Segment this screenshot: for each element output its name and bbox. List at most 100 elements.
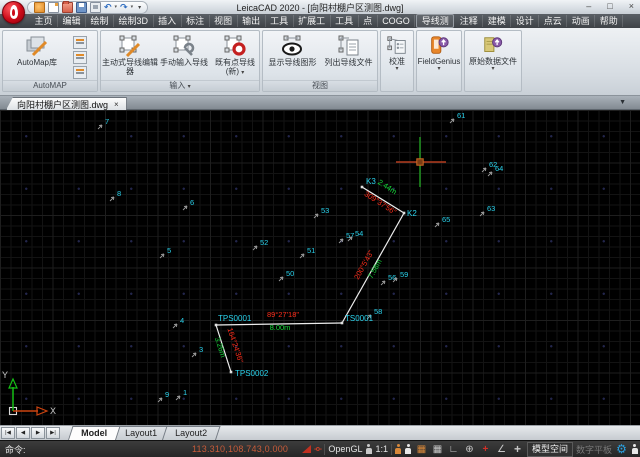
tab-nav-prev-button[interactable]: ◀ bbox=[16, 427, 30, 439]
point-marker-56[interactable] bbox=[381, 281, 385, 285]
ribbon-tab-4[interactable]: 绘制3D bbox=[114, 15, 154, 27]
point-marker-65[interactable] bbox=[435, 223, 439, 227]
slope-indicator-icon[interactable] bbox=[302, 445, 311, 453]
ribbon-tab-20[interactable]: 帮助 bbox=[595, 15, 623, 27]
existing-point-traverse-button[interactable]: 既有点导线 (新) ▾ bbox=[211, 34, 259, 76]
tab-nav-first-button[interactable]: |◀ bbox=[1, 427, 15, 439]
point-marker-61[interactable] bbox=[450, 119, 454, 123]
object-snap-icon[interactable]: + bbox=[479, 442, 492, 457]
distance-label-1: 2.44m bbox=[376, 177, 398, 196]
point-marker-8[interactable] bbox=[110, 197, 114, 201]
ribbon-tab-11[interactable]: 工具 bbox=[331, 15, 359, 27]
ribbon-tab-9[interactable]: 工具 bbox=[266, 15, 294, 27]
document-tab-close-icon[interactable]: × bbox=[114, 100, 119, 109]
input-group-label: 输入 ▾ bbox=[101, 80, 259, 91]
tab-nav-last-button[interactable]: ▶| bbox=[46, 427, 60, 439]
ribbon-tab-15[interactable]: 注释 bbox=[455, 15, 483, 27]
ribbon-tab-16[interactable]: 建模 bbox=[483, 15, 511, 27]
input-group-dropdown-icon[interactable]: ▾ bbox=[188, 84, 191, 90]
station-node-TPS0001[interactable] bbox=[215, 324, 218, 327]
ribbon-tab-19[interactable]: 动画 bbox=[567, 15, 595, 27]
point-marker-62[interactable] bbox=[482, 168, 486, 172]
ribbon-group-input: 主动式导线编辑器 手动输入导线 既有点导线 (新 bbox=[100, 30, 260, 92]
settings-gear-icon[interactable]: ⚙ bbox=[615, 442, 628, 457]
grid-display-icon[interactable]: ▦ bbox=[431, 442, 444, 457]
document-tab[interactable]: 向阳村棚户区测图.dwg × bbox=[6, 97, 127, 110]
digitizer-tablet-toggle[interactable]: 数字平板 bbox=[576, 443, 612, 456]
calibrate-button[interactable]: 校准 ▾ bbox=[382, 35, 412, 72]
walker-icon[interactable] bbox=[395, 444, 402, 454]
snap-grid-icon[interactable]: ▦ bbox=[415, 442, 428, 457]
station-node-K3[interactable] bbox=[361, 186, 364, 189]
layout-tab-model[interactable]: Model bbox=[68, 426, 121, 440]
command-prompt[interactable]: 命令: bbox=[5, 443, 26, 456]
raw-data-dropdown-icon[interactable]: ▾ bbox=[491, 66, 494, 72]
user-icon[interactable] bbox=[365, 444, 372, 454]
ribbon-tab-10[interactable]: 扩展工 bbox=[294, 15, 331, 27]
existing-point-dropdown-icon[interactable]: ▾ bbox=[241, 70, 244, 76]
point-marker-63[interactable] bbox=[480, 212, 484, 216]
point-marker-64[interactable] bbox=[488, 172, 492, 176]
tab-nav-next-button[interactable]: ▶ bbox=[31, 427, 45, 439]
layout-tab-layout2[interactable]: Layout2 bbox=[162, 426, 221, 440]
automap-library-button[interactable]: AutoMap库 bbox=[9, 34, 65, 67]
fieldgenius-button[interactable]: FieldGenius ▾ bbox=[418, 35, 460, 72]
automap-mini-button-1[interactable] bbox=[73, 36, 87, 49]
user-add-icon[interactable] bbox=[405, 444, 412, 454]
raw-data-file-button[interactable]: 原始数据文件 ▾ bbox=[466, 35, 520, 72]
app-logo-icon[interactable] bbox=[2, 1, 25, 24]
ribbon-tab-12[interactable]: 点 bbox=[359, 15, 378, 27]
ribbon-tab-5[interactable]: 插入 bbox=[154, 15, 182, 27]
ribbon-tab-14[interactable]: 导线测 bbox=[416, 14, 454, 28]
opengl-status[interactable]: OpenGL bbox=[328, 444, 362, 454]
point-label-53: 53 bbox=[321, 206, 329, 215]
ribbon-tab-8[interactable]: 输出 bbox=[238, 15, 266, 27]
station-node-K2[interactable] bbox=[403, 212, 406, 215]
maximize-button[interactable]: □ bbox=[607, 0, 612, 13]
ribbon-tab-1[interactable]: 主页 bbox=[30, 15, 58, 27]
fieldgenius-dropdown-icon[interactable]: ▾ bbox=[437, 66, 440, 72]
ribbon-tab-17[interactable]: 设计 bbox=[511, 15, 539, 27]
polar-tracking-icon[interactable]: ⊕ bbox=[463, 442, 476, 457]
manual-input-traverse-button[interactable]: 手动输入导线 bbox=[159, 34, 209, 67]
ribbon-group-calibrate: 校准 ▾ bbox=[380, 30, 414, 92]
angle-snap-icon[interactable]: ∠ bbox=[495, 442, 508, 457]
raw-data-file-icon bbox=[482, 35, 504, 57]
point-marker-1[interactable] bbox=[176, 396, 180, 400]
show-traverse-graphics-button[interactable]: 显示导线图形 bbox=[265, 34, 320, 67]
ribbon-tab-2[interactable]: 编辑 bbox=[58, 15, 86, 27]
minimize-button[interactable]: – bbox=[586, 0, 591, 13]
point-marker-4[interactable] bbox=[173, 324, 177, 328]
automap-mini-button-2[interactable] bbox=[73, 51, 87, 64]
close-button[interactable]: × bbox=[629, 0, 634, 13]
drawing-canvas[interactable]: 786543915352515057545659586162646365K3K2… bbox=[0, 110, 640, 425]
point-marker-7[interactable] bbox=[98, 125, 102, 129]
model-space-button[interactable]: 模型空间 bbox=[527, 442, 573, 457]
station-node-TPS0002[interactable] bbox=[230, 371, 233, 374]
point-marker-53[interactable] bbox=[314, 214, 318, 218]
point-marker-57[interactable] bbox=[339, 239, 343, 243]
ribbon-tab-6[interactable]: 标注 bbox=[182, 15, 210, 27]
profile-icon[interactable] bbox=[631, 444, 638, 454]
document-tab-menu-icon[interactable]: ▼ bbox=[619, 99, 626, 106]
ribbon-tab-7[interactable]: 视图 bbox=[210, 15, 238, 27]
ribbon-tab-18[interactable]: 点云 bbox=[539, 15, 567, 27]
ribbon-tab-3[interactable]: 绘制 bbox=[86, 15, 114, 27]
annotation-scale[interactable]: 1:1 bbox=[375, 444, 388, 454]
calibrate-dropdown-icon[interactable]: ▾ bbox=[395, 66, 398, 72]
station-node-TS0001[interactable] bbox=[341, 322, 344, 325]
list-traverse-file-button[interactable]: 列出导线文件 bbox=[321, 34, 376, 67]
point-marker-6[interactable] bbox=[183, 206, 187, 210]
lineweight-indicator-icon[interactable]: -o- bbox=[314, 446, 321, 453]
point-marker-9[interactable] bbox=[158, 398, 162, 402]
ortho-mode-icon[interactable]: ∟ bbox=[447, 442, 460, 457]
point-marker-52[interactable] bbox=[253, 246, 257, 250]
point-marker-5[interactable] bbox=[160, 254, 164, 258]
ribbon-tab-13[interactable]: COGO bbox=[378, 15, 416, 27]
automap-mini-button-3[interactable] bbox=[73, 66, 87, 79]
active-traverse-editor-button[interactable]: 主动式导线编辑器 bbox=[102, 34, 158, 76]
crosshair-toggle-icon[interactable]: + bbox=[511, 442, 524, 457]
point-marker-3[interactable] bbox=[192, 353, 196, 357]
point-marker-50[interactable] bbox=[279, 277, 283, 281]
point-marker-51[interactable] bbox=[300, 254, 304, 258]
